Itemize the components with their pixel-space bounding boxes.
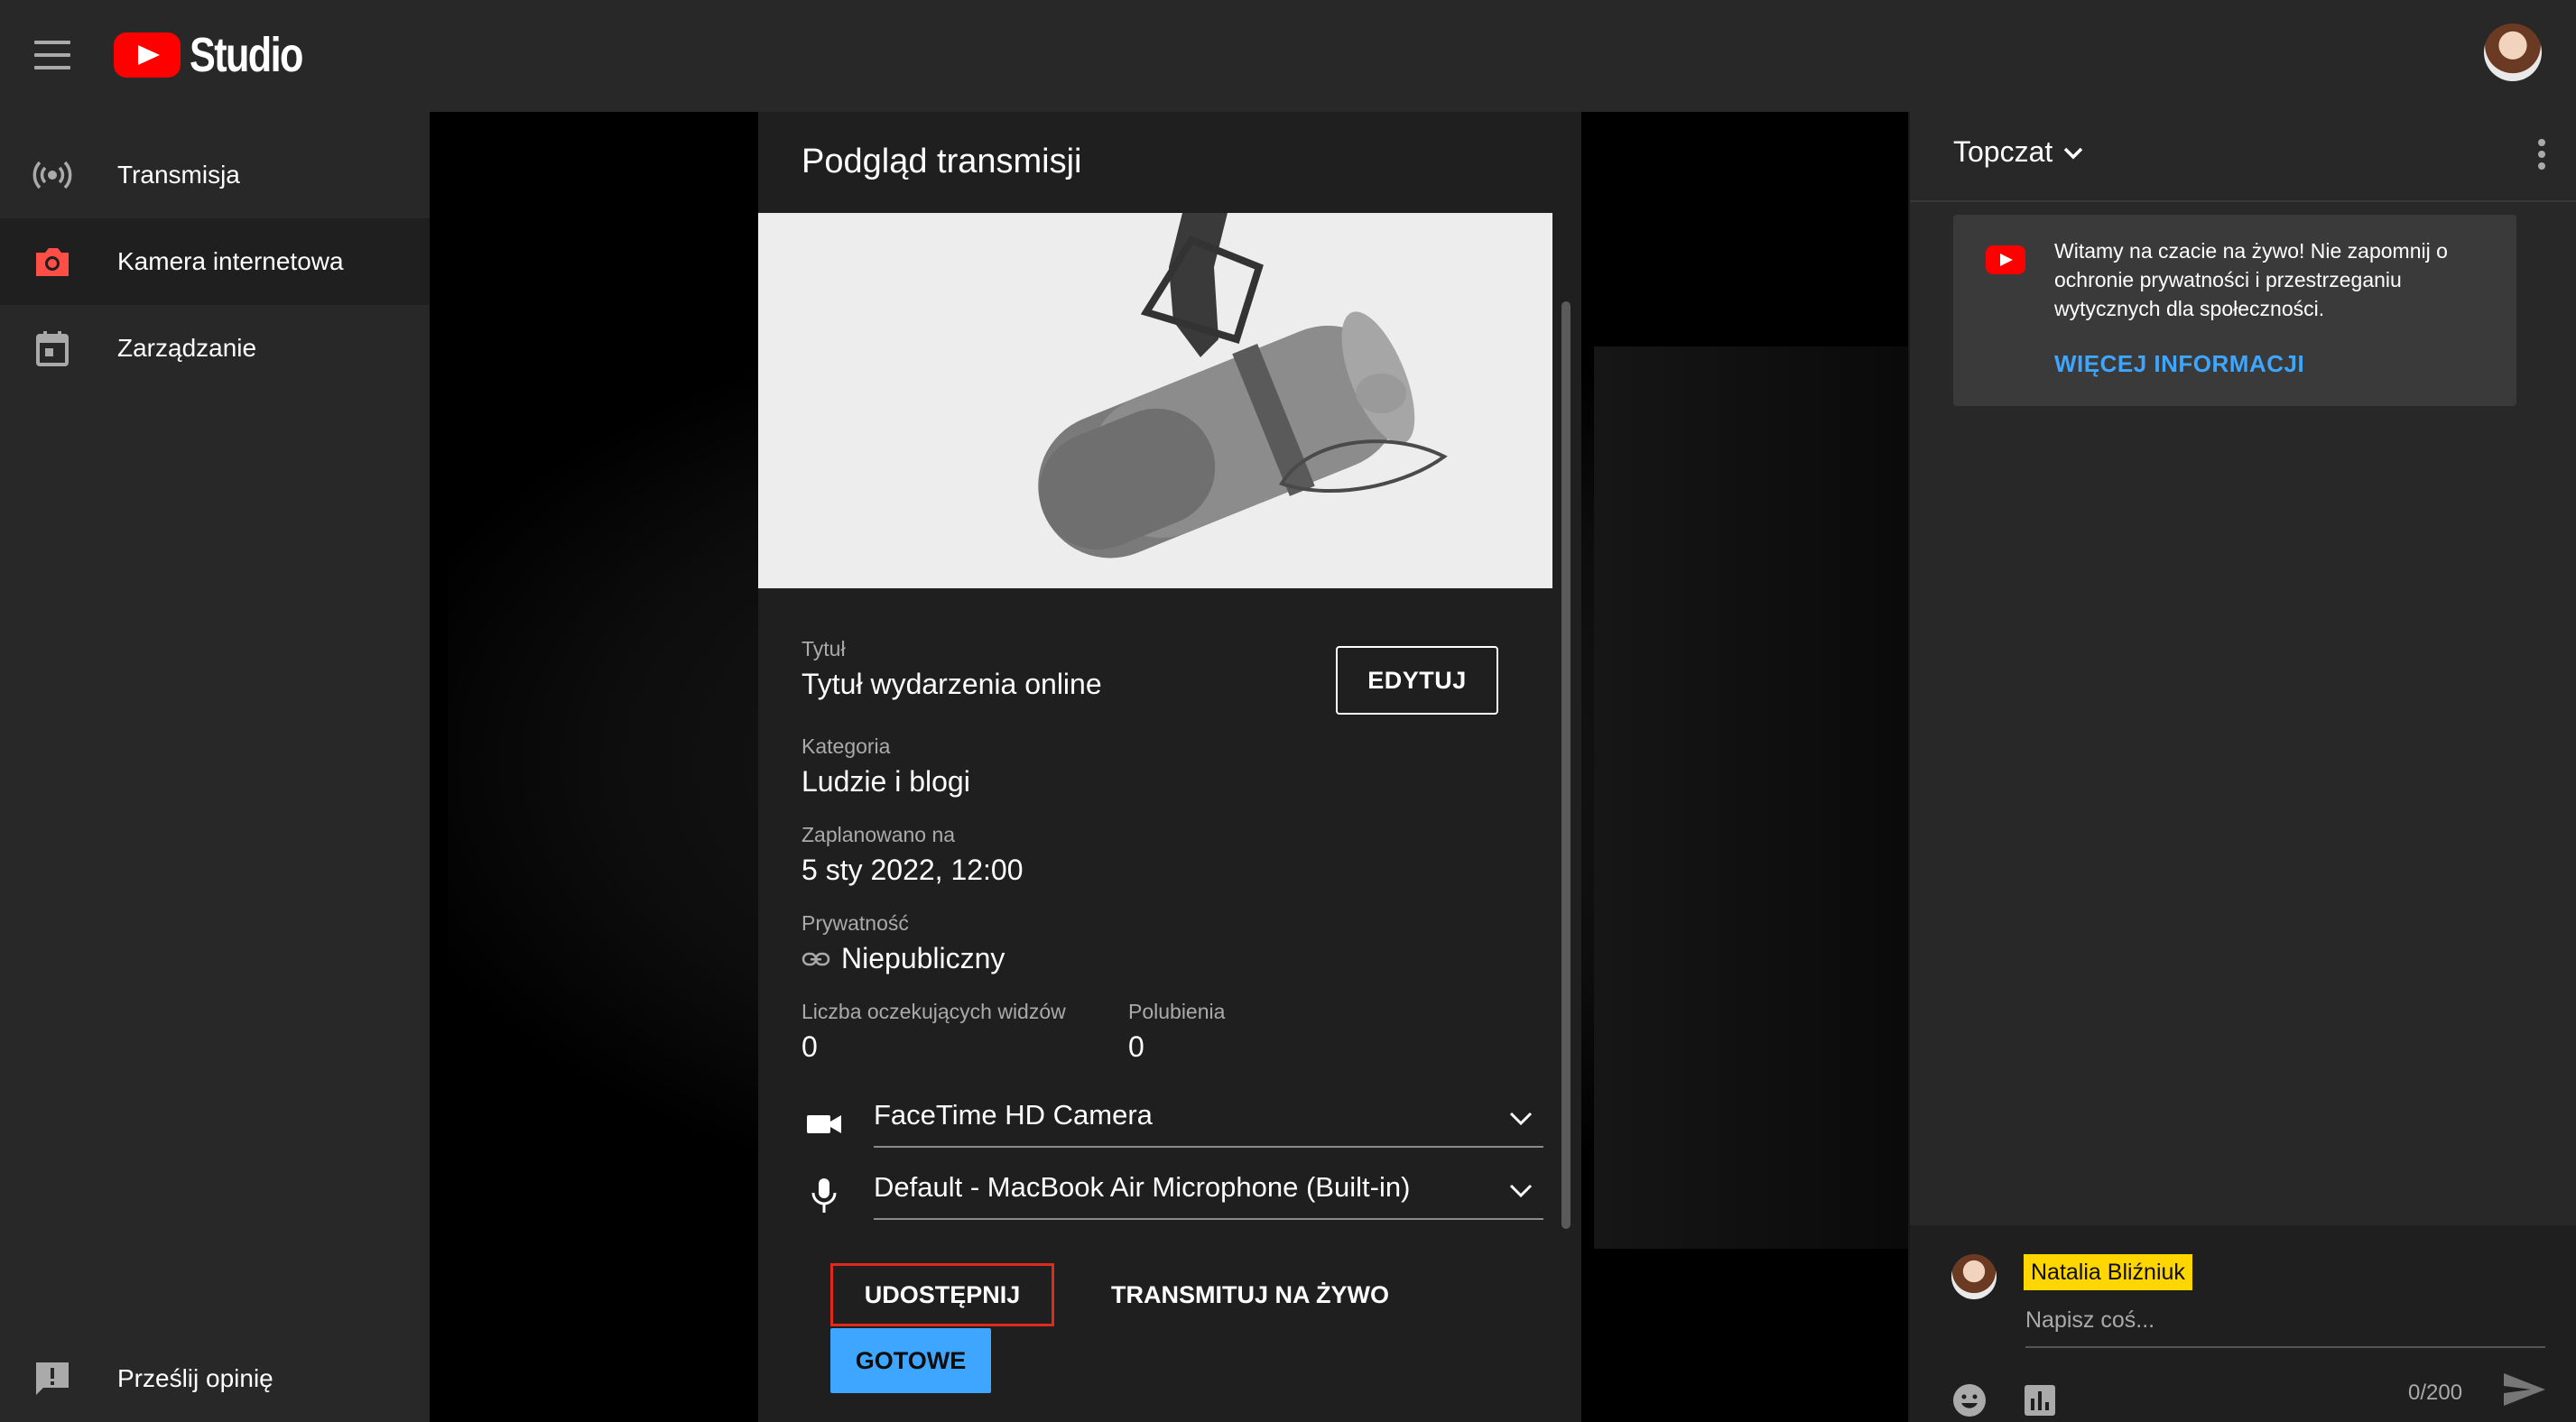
feedback-icon	[32, 1359, 72, 1399]
avatar	[1951, 1254, 1997, 1299]
category-value: Ludzie i blogi	[802, 765, 970, 798]
more-options-icon[interactable]	[2538, 139, 2545, 170]
chat-input-field[interactable]	[2025, 1297, 2545, 1343]
sidebar-item-label: Transmisja	[117, 161, 240, 189]
chevron-down-icon	[1509, 1112, 1533, 1126]
panel-scrollbar[interactable]	[1561, 301, 1571, 1229]
calendar-icon	[32, 328, 72, 368]
live-broadcast-icon	[32, 155, 72, 195]
category-label: Kategoria	[802, 734, 891, 758]
panel-title: Podgląd transmisji	[802, 143, 1082, 180]
poll-icon[interactable]	[2020, 1380, 2060, 1420]
sidebar-item-label: Zarządzanie	[117, 334, 257, 362]
sidebar-item-label: Kamera internetowa	[117, 247, 344, 275]
camera-select-value: FaceTime HD Camera	[874, 1099, 1153, 1131]
learn-more-link[interactable]: WIĘCEJ INFORMACJI	[2054, 350, 2304, 378]
done-button[interactable]: GOTOWE	[830, 1328, 991, 1393]
live-chat-panel: Topczat Witamy na czacie na żywo! Nie za…	[1908, 112, 2576, 1422]
sidebar: Transmisja Kamera internetowa Zarządzani…	[0, 112, 430, 1422]
chevron-down-icon	[1509, 1184, 1533, 1198]
camera-icon	[32, 242, 72, 282]
microphone-select-value: Default - MacBook Air Microphone (Built-…	[874, 1171, 1411, 1203]
chat-message-input[interactable]	[2025, 1297, 2545, 1348]
chat-user-name: Natalia Bliźniuk	[2024, 1254, 2192, 1290]
share-button[interactable]: UDOSTĘPNIJ	[830, 1263, 1054, 1326]
scheduled-label: Zaplanowano na	[802, 823, 956, 846]
top-header: Studio	[0, 0, 2576, 112]
microphone-icon	[805, 1177, 843, 1214]
chat-welcome-message: Witamy na czacie na żywo! Nie zapomnij o…	[1953, 215, 2516, 406]
title-label: Tytuł	[802, 637, 846, 660]
account-avatar[interactable]	[2484, 23, 2542, 81]
sidebar-item-manage[interactable]: Zarządzanie	[0, 305, 430, 392]
likes-value: 0	[1128, 1030, 1144, 1063]
microphone-select[interactable]: Default - MacBook Air Microphone (Built-…	[874, 1162, 1543, 1220]
stream-preview-panel: Podgląd transmisji Tytuł Tytuł wydarzeni…	[758, 112, 1581, 1422]
webcam-preview	[758, 213, 1552, 588]
sidebar-item-label: Prześlij opinię	[117, 1364, 273, 1392]
welcome-text: Witamy na czacie na żywo! Nie zapomnij o…	[2054, 239, 2448, 320]
edit-button[interactable]: EDYTUJ	[1336, 646, 1498, 715]
privacy-field: Niepubliczny	[802, 942, 1005, 975]
sidebar-item-stream[interactable]: Transmisja	[0, 132, 430, 218]
likes-label: Polubienia	[1128, 1000, 1226, 1023]
emoji-icon[interactable]	[1950, 1380, 1989, 1420]
link-icon	[802, 952, 830, 965]
send-icon[interactable]	[2502, 1370, 2547, 1409]
privacy-value: Niepubliczny	[841, 942, 1005, 974]
chevron-down-icon	[2064, 147, 2083, 159]
video-camera-icon	[805, 1105, 843, 1143]
app-title: Studio	[190, 28, 303, 82]
privacy-label: Prywatność	[802, 911, 909, 935]
chat-title: Topczat	[1953, 135, 2053, 168]
camera-select[interactable]: FaceTime HD Camera	[874, 1090, 1543, 1148]
title-value: Tytuł wydarzenia online	[802, 668, 1102, 700]
chat-composer: Natalia Bliźniuk 0/200	[1910, 1225, 2576, 1422]
character-counter: 0/200	[2408, 1380, 2463, 1405]
chat-mode-dropdown[interactable]: Topczat	[1953, 135, 2087, 169]
studio-logo[interactable]: Studio	[114, 27, 330, 83]
sidebar-item-feedback[interactable]: Prześlij opinię	[0, 1335, 430, 1422]
youtube-icon	[1986, 245, 2025, 274]
chat-header: Topczat	[1910, 112, 2576, 202]
go-live-button[interactable]: TRANSMITUJ NA ŻYWO	[1101, 1263, 1399, 1326]
menu-icon[interactable]	[34, 41, 70, 69]
waiting-viewers-label: Liczba oczekujących widzów	[802, 1000, 1066, 1023]
youtube-logo-icon	[114, 32, 181, 78]
waiting-viewers-value: 0	[802, 1030, 818, 1063]
sidebar-item-webcam[interactable]: Kamera internetowa	[0, 218, 430, 305]
scheduled-value: 5 sty 2022, 12:00	[802, 854, 1024, 886]
